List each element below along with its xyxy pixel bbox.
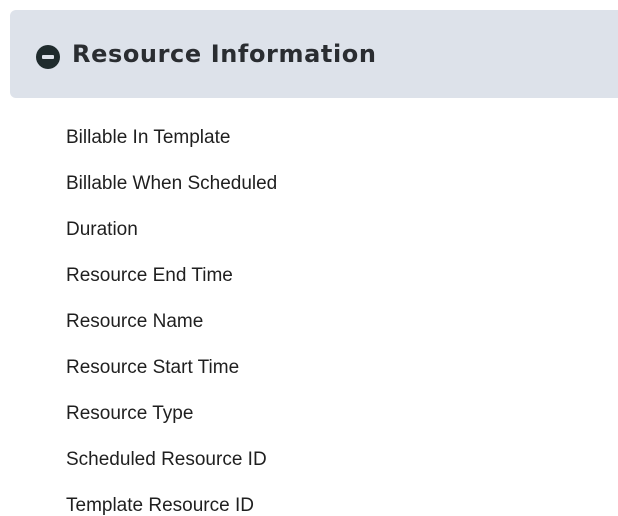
field-resource-name: Resource Name bbox=[66, 311, 204, 332]
field-template-resource-id: Template Resource ID bbox=[66, 495, 254, 516]
field-billable-when-scheduled: Billable When Scheduled bbox=[66, 173, 278, 194]
minus-circle-icon[interactable] bbox=[36, 45, 60, 69]
field-list: Billable In Template Billable When Sched… bbox=[66, 115, 277, 516]
field-scheduled-resource-id: Scheduled Resource ID bbox=[66, 449, 267, 470]
field-resource-type: Resource Type bbox=[66, 403, 194, 424]
resource-information-section: Resource Information Billable In Templat… bbox=[0, 0, 618, 516]
section-header[interactable]: Resource Information bbox=[10, 10, 618, 98]
field-billable-in-template: Billable In Template bbox=[66, 127, 231, 148]
section-title: Resource Information bbox=[72, 40, 377, 68]
field-resource-end-time: Resource End Time bbox=[66, 265, 233, 286]
field-duration: Duration bbox=[66, 219, 138, 240]
field-resource-start-time: Resource Start Time bbox=[66, 357, 240, 378]
